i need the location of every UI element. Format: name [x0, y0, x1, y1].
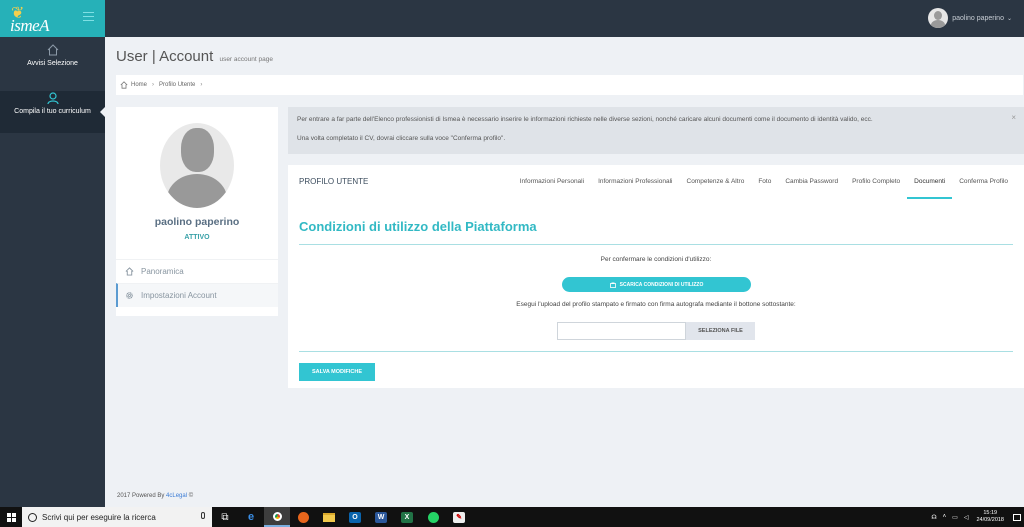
chevron-down-icon: ⌄: [1006, 15, 1012, 22]
task-view-icon[interactable]: ⧉: [212, 507, 238, 527]
windows-icon: [6, 512, 16, 522]
edge-icon[interactable]: e: [238, 507, 264, 527]
page-title: User | Account user account page: [116, 48, 273, 65]
profile-status: ATTIVO: [184, 234, 210, 241]
panel-header: PROFILO UTENTE Informazioni Personali In…: [288, 165, 1024, 199]
user-name: paolino paperino: [952, 14, 1004, 22]
clock-time: 15:19: [983, 510, 998, 516]
pdf-icon[interactable]: ✎: [446, 507, 472, 527]
cortana-icon: [28, 512, 37, 522]
tab-informazioni-personali[interactable]: Informazioni Personali: [513, 165, 591, 199]
sidebar-item-avvisi-selezione[interactable]: Avvisi Selezione: [0, 43, 105, 85]
download-conditions-label: SCARICA CONDIZIONI DI UTILIZZO: [619, 281, 704, 288]
taskbar: Scrivi qui per eseguire la ricerca ⧉ e O…: [0, 507, 1024, 527]
tab-competenze-altro[interactable]: Competenze & Altro: [680, 165, 752, 199]
footer-prefix: 2017 Powered By: [117, 493, 165, 499]
tab-profilo-completo[interactable]: Profilo Completo: [845, 165, 907, 199]
microphone-icon[interactable]: [201, 512, 205, 519]
info-alert: Per entrare a far parte dell'Elenco prof…: [288, 107, 1024, 154]
profile-panel: PROFILO UTENTE Informazioni Personali In…: [288, 165, 1024, 388]
logo[interactable]: ❦ ismeA: [0, 0, 105, 37]
profile-name: paolino paperino: [154, 216, 240, 228]
tab-bar: Informazioni Personali Informazioni Prof…: [513, 165, 1015, 199]
alert-line-2: Una volta completato il CV, dovrai clicc…: [297, 135, 506, 142]
tab-documenti[interactable]: Documenti: [907, 165, 953, 199]
sidebar: ❦ ismeA Avvisi Selezione Compila il tuo …: [0, 0, 105, 507]
breadcrumb-profilo-utente[interactable]: Profilo Utente: [159, 82, 195, 88]
home-icon: [120, 81, 128, 89]
gear-icon: [126, 292, 133, 299]
profile-menu-panoramica[interactable]: Panoramica: [116, 259, 278, 283]
excel-icon[interactable]: X: [394, 507, 420, 527]
sidebar-item-compila-curriculum[interactable]: Compila il tuo curriculum: [0, 91, 105, 133]
whatsapp-icon[interactable]: [420, 507, 446, 527]
user-menu[interactable]: paolino paperino ⌄: [928, 8, 1012, 28]
user-icon: [46, 92, 59, 105]
system-tray: ☊ ˄ ▭ ◁ 15:19 24/09/2018: [925, 507, 1024, 527]
firefox-icon[interactable]: [290, 507, 316, 527]
network-icon[interactable]: ▭: [952, 514, 958, 521]
profile-menu: Panoramica Impostazioni Account: [116, 259, 278, 307]
volume-icon[interactable]: ◁: [964, 514, 969, 521]
close-icon[interactable]: ×: [1011, 113, 1016, 122]
file-explorer-icon[interactable]: [316, 507, 342, 527]
word-icon[interactable]: W: [368, 507, 394, 527]
taskbar-search-placeholder: Scrivi qui per eseguire la ricerca: [42, 512, 156, 522]
divider: [299, 244, 1013, 245]
profile-menu-label: Impostazioni Account: [141, 291, 217, 300]
download-icon: [609, 282, 616, 288]
profile-avatar: [160, 123, 234, 208]
sidebar-item-label: Avvisi Selezione: [27, 60, 78, 67]
page-title-text: User | Account: [116, 48, 214, 65]
breadcrumb-home[interactable]: Home: [131, 82, 147, 88]
tab-cambia-password[interactable]: Cambia Password: [778, 165, 845, 199]
select-file-button[interactable]: SELEZIONA FILE: [686, 322, 755, 340]
download-conditions-button[interactable]: SCARICA CONDIZIONI DI UTILIZZO: [562, 277, 751, 292]
menu-toggle-icon[interactable]: [83, 12, 94, 24]
file-path-field[interactable]: [557, 322, 686, 340]
tab-conferma-profilo[interactable]: Conferma Profilo: [952, 165, 1015, 199]
profile-card: paolino paperino ATTIVO Panoramica Impos…: [116, 107, 278, 316]
tab-informazioni-professionali[interactable]: Informazioni Professionali: [591, 165, 679, 199]
chrome-icon[interactable]: [264, 507, 290, 527]
chevron-right-icon: ›: [200, 82, 203, 88]
footer-suffix: ©: [188, 493, 194, 499]
page-subtitle: user account page: [219, 56, 273, 63]
panel-caption: PROFILO UTENTE: [299, 177, 369, 186]
notification-icon[interactable]: [1010, 507, 1024, 527]
home-icon: [47, 44, 58, 56]
start-button[interactable]: [0, 507, 22, 527]
section-title: Condizioni di utilizzo della Piattaforma: [299, 219, 537, 234]
profile-menu-impostazioni-account[interactable]: Impostazioni Account: [116, 283, 278, 307]
confirm-text: Per confermare le condizioni d'utilizzo:: [600, 256, 712, 263]
clock-date: 24/09/2018: [976, 517, 1004, 523]
breadcrumb: Home › Profilo Utente ›: [116, 75, 1023, 95]
topbar: paolino paperino ⌄: [105, 0, 1024, 37]
outlook-icon[interactable]: O: [342, 507, 368, 527]
profile-menu-label: Panoramica: [141, 267, 184, 276]
avatar: [928, 8, 949, 28]
footer-credits: 2017 Powered By 4cLegal ©: [117, 493, 193, 499]
taskbar-search[interactable]: Scrivi qui per eseguire la ricerca: [22, 507, 212, 527]
footer-link[interactable]: 4cLegal: [166, 493, 187, 499]
clock[interactable]: 15:19 24/09/2018: [976, 510, 1004, 524]
sidebar-item-label: Compila il tuo curriculum: [14, 108, 91, 115]
people-icon[interactable]: ☊: [931, 514, 936, 521]
divider: [299, 351, 1013, 352]
save-changes-button[interactable]: SALVA MODIFICHE: [299, 363, 375, 381]
chevron-right-icon: ›: [152, 82, 155, 88]
alert-line-1: Per entrare a far parte dell'Elenco prof…: [297, 116, 873, 123]
tab-foto[interactable]: Foto: [751, 165, 778, 199]
logo-text: ismeA: [10, 16, 50, 35]
home-icon: [125, 267, 134, 276]
upload-instructions: Esegui l'upload del profilo stampato e f…: [516, 301, 796, 308]
chevron-up-icon[interactable]: ˄: [943, 514, 947, 520]
